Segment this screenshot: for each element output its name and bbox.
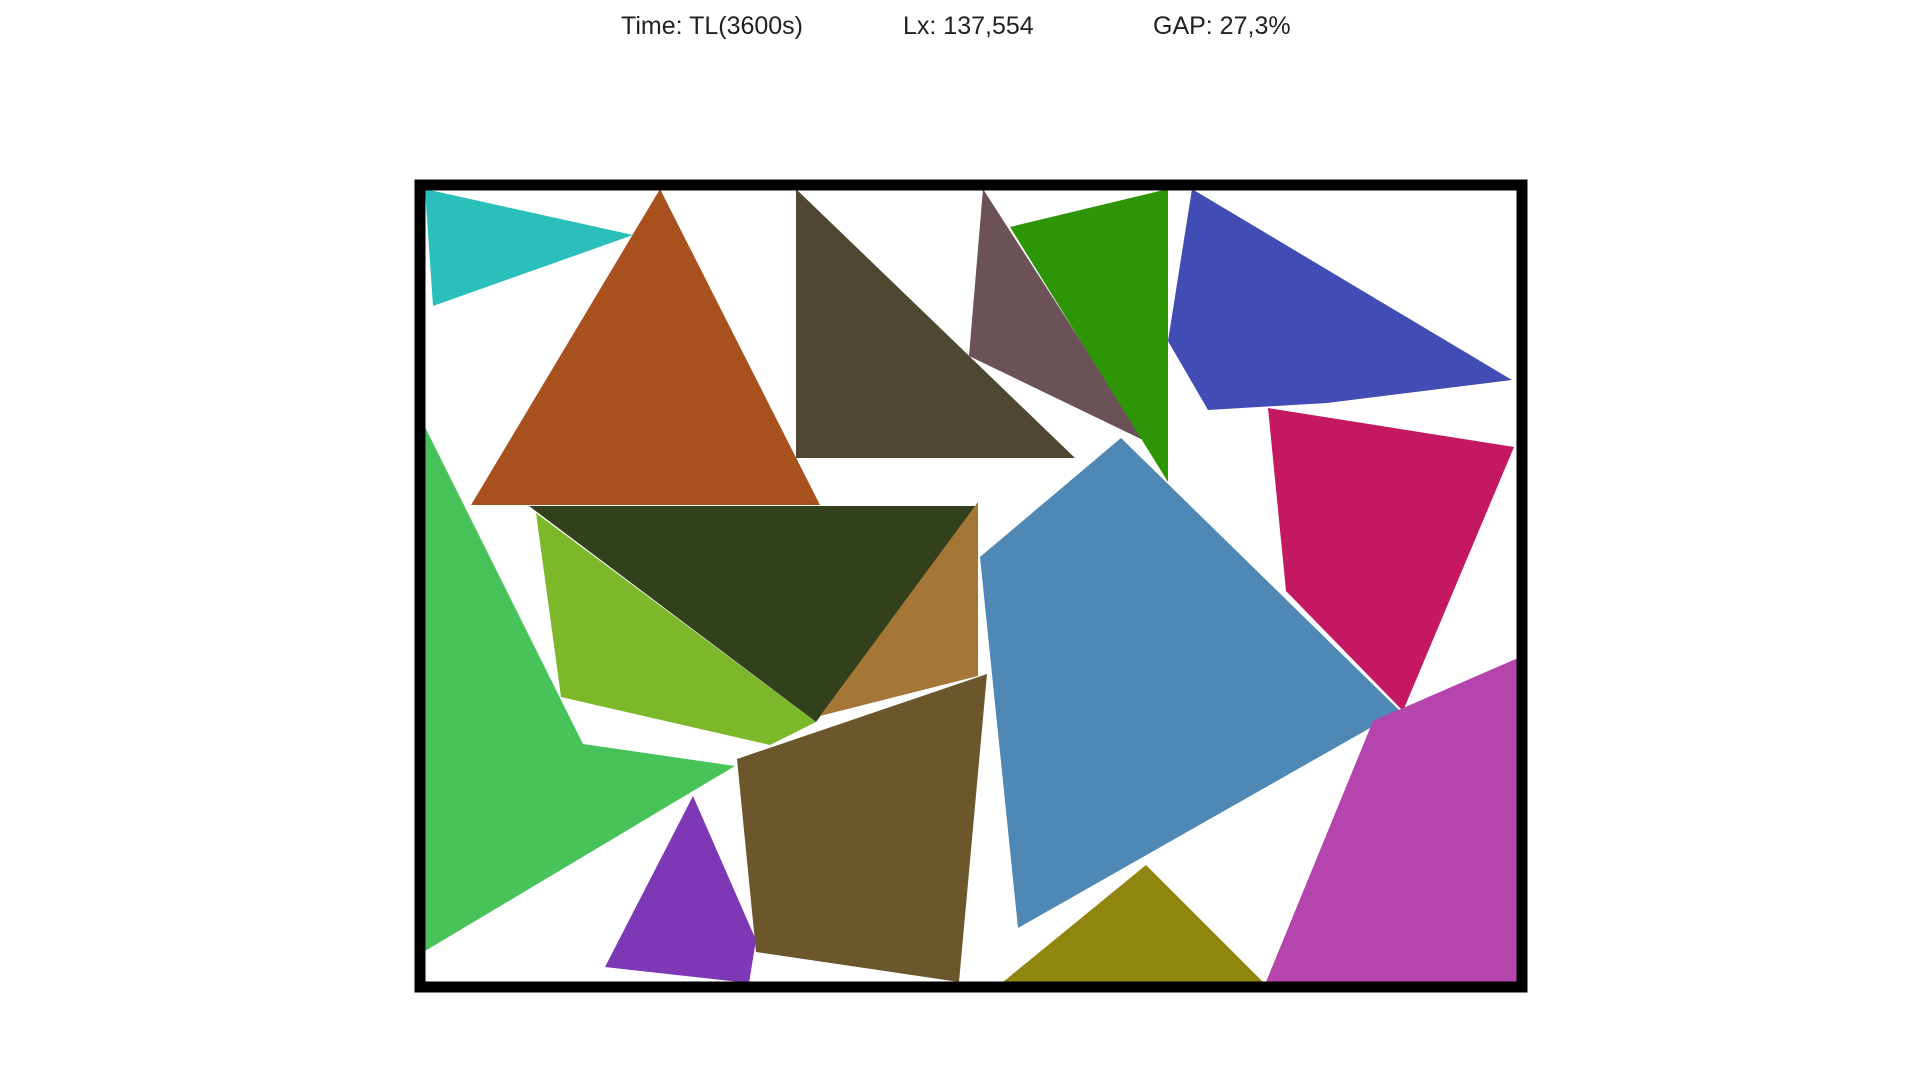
packing-board: [414, 179, 1528, 993]
packing-solution-view: Time: TL(3600s) Lx: 137,554 GAP: 27,3%: [0, 0, 1920, 1080]
